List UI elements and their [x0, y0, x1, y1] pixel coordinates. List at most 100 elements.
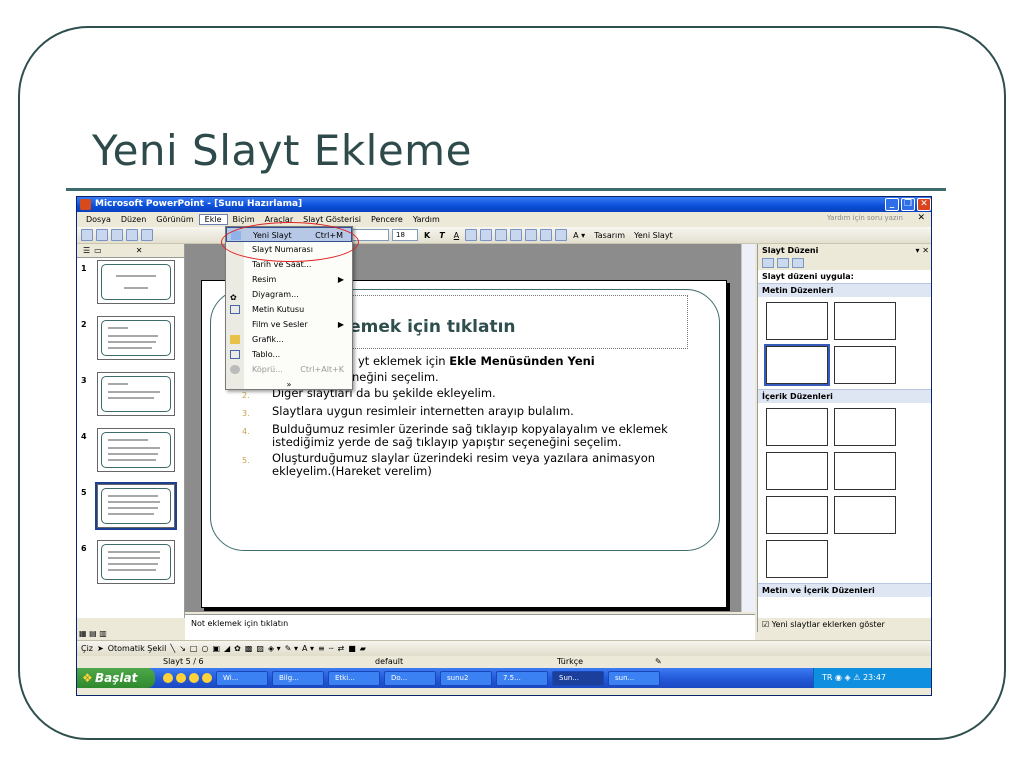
align-center-icon[interactable]: [480, 229, 493, 241]
align-right-icon[interactable]: [495, 229, 508, 241]
design-button[interactable]: Tasarım: [591, 231, 628, 240]
home-icon[interactable]: [792, 258, 804, 268]
taskbar-item[interactable]: sun...: [608, 670, 660, 686]
new-slide-button[interactable]: Yeni Slayt: [631, 231, 676, 240]
slide-thumbnail[interactable]: [97, 260, 175, 304]
thumbnail-row[interactable]: 6: [77, 540, 185, 588]
new-icon[interactable]: [81, 229, 93, 241]
menu-item-textbox[interactable]: Metin Kutusu: [226, 302, 352, 317]
undo-icon[interactable]: [141, 229, 153, 241]
start-button[interactable]: Başlat: [77, 668, 155, 688]
arrow-style-icon[interactable]: ⇄: [338, 644, 345, 653]
layout-content-grid[interactable]: [766, 540, 828, 578]
menu-item-chart[interactable]: Grafik...: [226, 332, 352, 347]
slide-thumbnail[interactable]: [97, 372, 175, 416]
slides-tab-icon[interactable]: ▭: [94, 246, 102, 255]
numbering-icon[interactable]: [510, 229, 523, 241]
view-buttons[interactable]: ▦ ▤ ▥: [79, 629, 107, 638]
taskbar-item[interactable]: 7.5...: [496, 670, 548, 686]
taskpane-close-icon[interactable]: ▾ ✕: [915, 244, 929, 258]
quicklaunch-icon[interactable]: [202, 673, 212, 683]
menu-item-table[interactable]: Tablo...: [226, 347, 352, 362]
layout-content[interactable]: [834, 408, 896, 446]
layout-title-slide[interactable]: [766, 302, 828, 340]
menu-duzen[interactable]: Düzen: [116, 215, 151, 224]
bullets-icon[interactable]: [525, 229, 538, 241]
dash-style-icon[interactable]: ┄: [329, 644, 334, 653]
taskbar-item-active[interactable]: Sun...: [552, 670, 604, 686]
menu-pencere[interactable]: Pencere: [366, 215, 408, 224]
menu-item-movies-sounds[interactable]: Film ve Sesler ▶: [226, 317, 352, 332]
thumbnail-row[interactable]: 1: [77, 260, 185, 308]
rectangle-icon[interactable]: □: [190, 644, 198, 653]
indent-icon[interactable]: [555, 229, 568, 241]
menu-item-picture[interactable]: Resim ▶: [226, 272, 352, 287]
font-size-select[interactable]: 18: [392, 229, 418, 241]
autoshapes-menu[interactable]: Otomatik Şekil: [108, 644, 167, 653]
align-left-icon[interactable]: [465, 229, 478, 241]
menu-expand-chevron[interactable]: »: [226, 377, 352, 392]
menu-ekle[interactable]: Ekle: [198, 214, 228, 225]
italic-button[interactable]: T: [436, 231, 447, 240]
bold-button[interactable]: K: [421, 231, 433, 240]
help-search-input[interactable]: Yardım için soru yazın: [827, 214, 903, 222]
layout-two-column[interactable]: [834, 346, 896, 384]
clipart-icon[interactable]: ▩: [245, 644, 253, 653]
menu-gorunum[interactable]: Görünüm: [151, 215, 198, 224]
layout-title-four-content[interactable]: [834, 496, 896, 534]
notes-pane[interactable]: Not eklemek için tıklatın: [185, 614, 755, 640]
pane-close-icon[interactable]: ✕: [136, 246, 143, 255]
taskbar-item[interactable]: Bilg...: [272, 670, 324, 686]
layout-title-content[interactable]: [766, 452, 828, 490]
taskbar-item[interactable]: Wi...: [216, 670, 268, 686]
line-color-icon[interactable]: ✎ ▾: [285, 644, 298, 653]
line-icon[interactable]: ╲: [170, 644, 175, 653]
slide-thumbnail-selected[interactable]: [95, 482, 177, 530]
layout-title-text[interactable]: [764, 344, 830, 386]
back-icon[interactable]: [762, 258, 774, 268]
minimize-icon[interactable]: _: [885, 198, 899, 211]
layout-four-content[interactable]: [766, 496, 828, 534]
fill-color-icon[interactable]: ◈ ▾: [268, 644, 281, 653]
oval-icon[interactable]: ○: [201, 644, 208, 653]
thumbnail-row[interactable]: 3: [77, 372, 185, 420]
thumbnail-row[interactable]: 4: [77, 428, 185, 476]
tray-language[interactable]: TR: [822, 673, 832, 682]
forward-icon[interactable]: [777, 258, 789, 268]
taskbar-item[interactable]: Do...: [384, 670, 436, 686]
underline-button[interactable]: A: [451, 231, 462, 240]
draw-menu[interactable]: Çiz: [81, 644, 93, 653]
slide-thumbnail[interactable]: [97, 316, 175, 360]
taskbar-item[interactable]: Etki...: [328, 670, 380, 686]
slide-thumbnail[interactable]: [97, 540, 175, 584]
shadow-icon[interactable]: ■: [348, 644, 356, 653]
quicklaunch-icon[interactable]: [176, 673, 186, 683]
line-style-icon[interactable]: ≡: [318, 644, 325, 653]
menu-bicim[interactable]: Biçim: [228, 215, 260, 224]
vertical-scrollbar[interactable]: [741, 244, 755, 612]
wordart-icon[interactable]: ◢: [224, 644, 230, 653]
diagram-icon[interactable]: ✿: [234, 644, 241, 653]
copy-icon[interactable]: [111, 229, 123, 241]
font-grow-icon[interactable]: [540, 229, 553, 241]
slide-thumbnail[interactable]: [97, 428, 175, 472]
menu-yardim[interactable]: Yardım: [408, 215, 445, 224]
font-color-button[interactable]: A ▾: [570, 231, 588, 240]
restore-icon[interactable]: ❐: [901, 198, 915, 211]
thumbnail-row[interactable]: 2: [77, 316, 185, 364]
layout-two-content[interactable]: [834, 452, 896, 490]
quicklaunch-icon[interactable]: [189, 673, 199, 683]
menu-dosya[interactable]: Dosya: [81, 215, 116, 224]
font-color-icon[interactable]: A ▾: [302, 644, 314, 653]
quicklaunch-icon[interactable]: [163, 673, 173, 683]
3d-icon[interactable]: ▰: [360, 644, 366, 653]
layout-title-only[interactable]: [834, 302, 896, 340]
show-on-new-slide-checkbox[interactable]: ☑ Yeni slaytlar eklerken göster: [758, 618, 931, 632]
thumbnail-row[interactable]: 5: [77, 482, 185, 532]
select-pointer-icon[interactable]: ➤: [97, 644, 104, 653]
textbox-icon[interactable]: ▣: [212, 644, 220, 653]
tray-icons[interactable]: ◉ ◈ ⚠: [835, 673, 863, 682]
arrow-icon[interactable]: ↘: [179, 644, 186, 653]
document-close-icon[interactable]: ✕: [917, 213, 925, 223]
outline-tab-icon[interactable]: ☰: [83, 246, 90, 255]
